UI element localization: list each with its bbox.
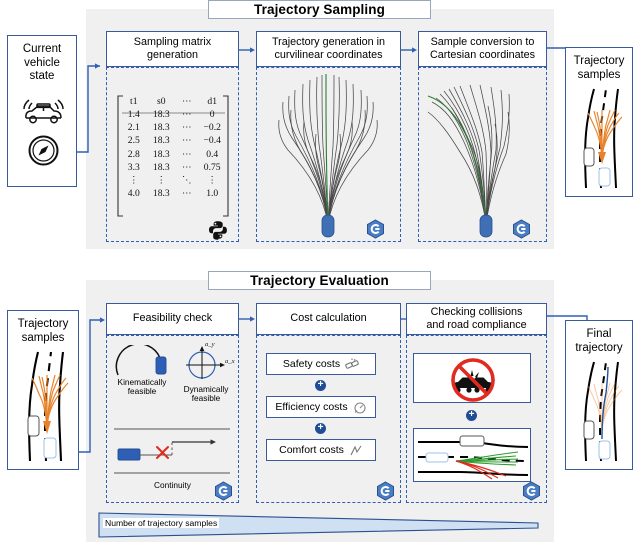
trajectory-samples-output-box: Trajectory samples: [565, 47, 633, 197]
stage-head-feasibility-check: Feasibility check: [106, 303, 239, 335]
stage-head-sampling-matrix: Sampling matrix generation: [106, 31, 239, 67]
road-with-final-blue-trajectory-figure: [583, 361, 623, 462]
stage-body-curvilinear-generation: [256, 67, 401, 242]
sensor-vehicle-icon: [23, 99, 64, 124]
section-title-trajectory-evaluation: Trajectory Evaluation: [208, 271, 431, 290]
trajectory-sample-count-label: Number of trajectory samples: [103, 518, 220, 528]
final-trajectory-box: Final trajectory: [565, 320, 633, 470]
stage-head-collision-road-check: Checking collisions and road compliance: [406, 303, 547, 335]
compass-icon: [28, 135, 59, 166]
current-vehicle-state-label: Current vehicle state: [22, 43, 62, 83]
stage-body-feasibility-check: [106, 335, 239, 503]
current-vehicle-state-box: Current vehicle state: [7, 35, 77, 187]
stage-body-sampling-matrix: [106, 67, 239, 242]
road-with-orange-trajectories-figure: [583, 88, 623, 189]
stage-body-cartesian-conversion: [418, 67, 547, 242]
trajectory-samples-input-label: Trajectory samples: [17, 318, 69, 344]
road-with-orange-trajectories-figure: [27, 351, 69, 462]
section-title-trajectory-sampling: Trajectory Sampling: [208, 0, 431, 19]
stage-head-cartesian-conversion: Sample conversion to Cartesian coordinat…: [418, 31, 547, 67]
trajectory-samples-label: Trajectory samples: [573, 55, 625, 81]
stage-head-cost-calculation: Cost calculation: [256, 303, 401, 335]
final-trajectory-label: Final trajectory: [575, 328, 623, 354]
trajectory-samples-input-box: Trajectory samples: [7, 310, 79, 470]
stage-head-curvilinear-generation: Trajectory generation in curvilinear coo…: [256, 31, 401, 67]
stage-body-collision-road-check: [406, 335, 547, 503]
stage-body-cost-calculation: [256, 335, 401, 503]
